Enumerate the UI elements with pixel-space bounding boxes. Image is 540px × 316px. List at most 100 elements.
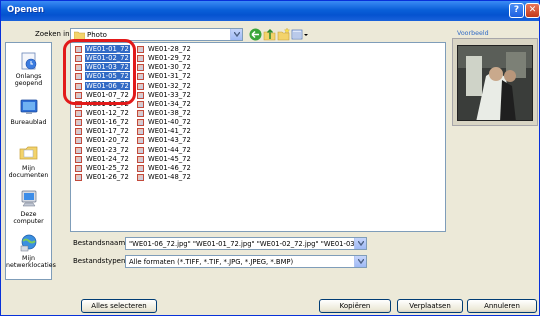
file-item[interactable]: WE01-41_72 xyxy=(135,127,203,136)
image-file-icon xyxy=(137,82,144,90)
place-network-label: Mijn netwerklocaties xyxy=(6,255,56,269)
file-column-2: WE01-28_72 WE01-29_72 WE01-30_72 WE01-31_72… xyxy=(135,45,203,182)
file-item[interactable]: WE01-48_72 xyxy=(135,173,203,182)
file-name: WE01-30_72 xyxy=(148,63,191,72)
file-item[interactable]: WE01-43_72 xyxy=(135,136,203,145)
chevron-down-icon xyxy=(234,32,240,37)
filename-label: Bestandsnaam: xyxy=(73,239,128,247)
filetype-dropdown-button[interactable] xyxy=(354,256,366,267)
file-item[interactable]: WE01-32_72 xyxy=(135,82,203,91)
my-computer-icon xyxy=(21,190,36,207)
place-recent[interactable]: Onlangs geopend xyxy=(6,51,51,87)
selection-highlight-annotation xyxy=(63,39,136,105)
file-item[interactable]: WE01-38_72 xyxy=(135,109,203,118)
image-file-icon xyxy=(75,128,82,136)
file-item[interactable]: WE01-33_72 xyxy=(135,91,203,100)
file-item[interactable]: WE01-12_72 xyxy=(73,109,141,118)
place-desktop[interactable]: Bureaublad xyxy=(6,97,51,126)
place-my-computer[interactable]: Deze computer xyxy=(6,189,51,225)
image-file-icon xyxy=(137,109,144,117)
image-file-icon xyxy=(137,46,144,53)
image-file-icon xyxy=(137,146,144,154)
image-file-icon xyxy=(75,146,82,154)
file-item[interactable]: WE01-25_72 xyxy=(73,164,141,173)
place-my-documents-label: Mijn documenten xyxy=(8,165,49,179)
file-name: WE01-24_72 xyxy=(86,154,129,163)
file-name: WE01-32_72 xyxy=(148,81,191,90)
file-item[interactable]: WE01-24_72 xyxy=(73,155,141,164)
up-folder-button[interactable] xyxy=(263,28,276,41)
file-name: WE01-25_72 xyxy=(86,163,129,172)
file-name: WE01-48_72 xyxy=(148,172,191,181)
file-name: WE01-34_72 xyxy=(148,99,191,108)
image-file-icon xyxy=(75,164,82,172)
my-documents-icon xyxy=(19,146,37,160)
image-file-icon xyxy=(137,64,144,72)
filename-value: "WE01-06_72.jpg" "WE01-01_72.jpg" "WE01-… xyxy=(129,240,354,248)
lookin-value: Photo xyxy=(87,31,107,39)
file-name: WE01-16_72 xyxy=(86,118,129,127)
view-menu-button[interactable] xyxy=(291,28,309,41)
file-name: WE01-46_72 xyxy=(148,163,191,172)
image-file-icon xyxy=(75,109,82,117)
file-item[interactable]: WE01-40_72 xyxy=(135,118,203,127)
filename-dropdown-button[interactable] xyxy=(354,238,366,249)
file-item[interactable]: WE01-23_72 xyxy=(73,146,141,155)
file-name: WE01-43_72 xyxy=(148,136,191,145)
image-file-icon xyxy=(137,164,144,172)
file-item[interactable]: WE01-46_72 xyxy=(135,164,203,173)
file-name: WE01-31_72 xyxy=(148,72,191,81)
place-my-documents[interactable]: Mijn documenten xyxy=(6,143,51,179)
file-item[interactable]: WE01-30_72 xyxy=(135,63,203,72)
image-file-icon xyxy=(137,119,144,127)
filetype-label: Bestandstypen: xyxy=(73,257,128,265)
file-item[interactable]: WE01-29_72 xyxy=(135,54,203,63)
lookin-dropdown-button[interactable] xyxy=(230,29,242,40)
file-name: WE01-17_72 xyxy=(86,127,129,136)
file-name: WE01-41_72 xyxy=(148,127,191,136)
dialog-title: Openen xyxy=(7,5,44,15)
preview-panel xyxy=(452,38,538,126)
image-file-icon xyxy=(137,73,144,81)
file-item[interactable]: WE01-16_72 xyxy=(73,118,141,127)
image-file-icon xyxy=(75,137,82,145)
help-button[interactable]: ? xyxy=(509,3,524,18)
place-network[interactable]: Mijn netwerklocaties xyxy=(6,233,56,269)
place-my-computer-label: Deze computer xyxy=(13,211,44,225)
file-item[interactable]: WE01-34_72 xyxy=(135,100,203,109)
file-item[interactable]: WE01-17_72 xyxy=(73,127,141,136)
file-item[interactable]: WE01-26_72 xyxy=(73,173,141,182)
image-file-icon xyxy=(75,155,82,163)
file-item[interactable]: WE01-45_72 xyxy=(135,155,203,164)
file-name: WE01-40_72 xyxy=(148,118,191,127)
file-name: WE01-44_72 xyxy=(148,145,191,154)
file-item[interactable]: WE01-31_72 xyxy=(135,72,203,81)
open-dialog: Openen ? ✕ Zoeken in: Photo Onlangs geop… xyxy=(0,0,540,316)
recent-documents-icon xyxy=(21,52,36,70)
filename-input[interactable]: "WE01-06_72.jpg" "WE01-01_72.jpg" "WE01-… xyxy=(125,237,367,250)
file-name: WE01-12_72 xyxy=(86,108,129,117)
cancel-button[interactable]: Annuleren xyxy=(467,299,537,313)
file-name: WE01-33_72 xyxy=(148,90,191,99)
place-recent-label: Onlangs geopend xyxy=(14,73,43,87)
close-button[interactable]: ✕ xyxy=(525,3,540,18)
places-bar: Onlangs geopend Bureaublad Mijn document… xyxy=(5,42,56,280)
file-item[interactable]: WE01-20_72 xyxy=(73,136,141,145)
desktop-icon xyxy=(20,99,37,114)
new-folder-button[interactable] xyxy=(277,27,291,41)
lookin-label: Zoeken in: xyxy=(35,30,72,38)
back-icon xyxy=(249,28,262,41)
filetype-select[interactable]: Alle formaten (*.TIFF, *.TIF, *.JPG, *.J… xyxy=(125,255,367,268)
file-item[interactable]: WE01-28_72 xyxy=(135,45,203,54)
image-file-icon xyxy=(137,128,144,136)
copy-button[interactable]: Kopiëren xyxy=(319,299,391,313)
filetype-value: Alle formaten (*.TIFF, *.TIF, *.JPG, *.J… xyxy=(129,258,294,266)
back-button[interactable] xyxy=(249,28,262,41)
network-places-icon xyxy=(20,234,36,252)
select-all-button[interactable]: Alles selecteren xyxy=(81,299,157,313)
file-name: WE01-29_72 xyxy=(148,54,191,63)
move-button[interactable]: Verplaatsen xyxy=(397,299,463,313)
file-name: WE01-23_72 xyxy=(86,145,129,154)
file-item[interactable]: WE01-44_72 xyxy=(135,146,203,155)
file-name: WE01-20_72 xyxy=(86,136,129,145)
